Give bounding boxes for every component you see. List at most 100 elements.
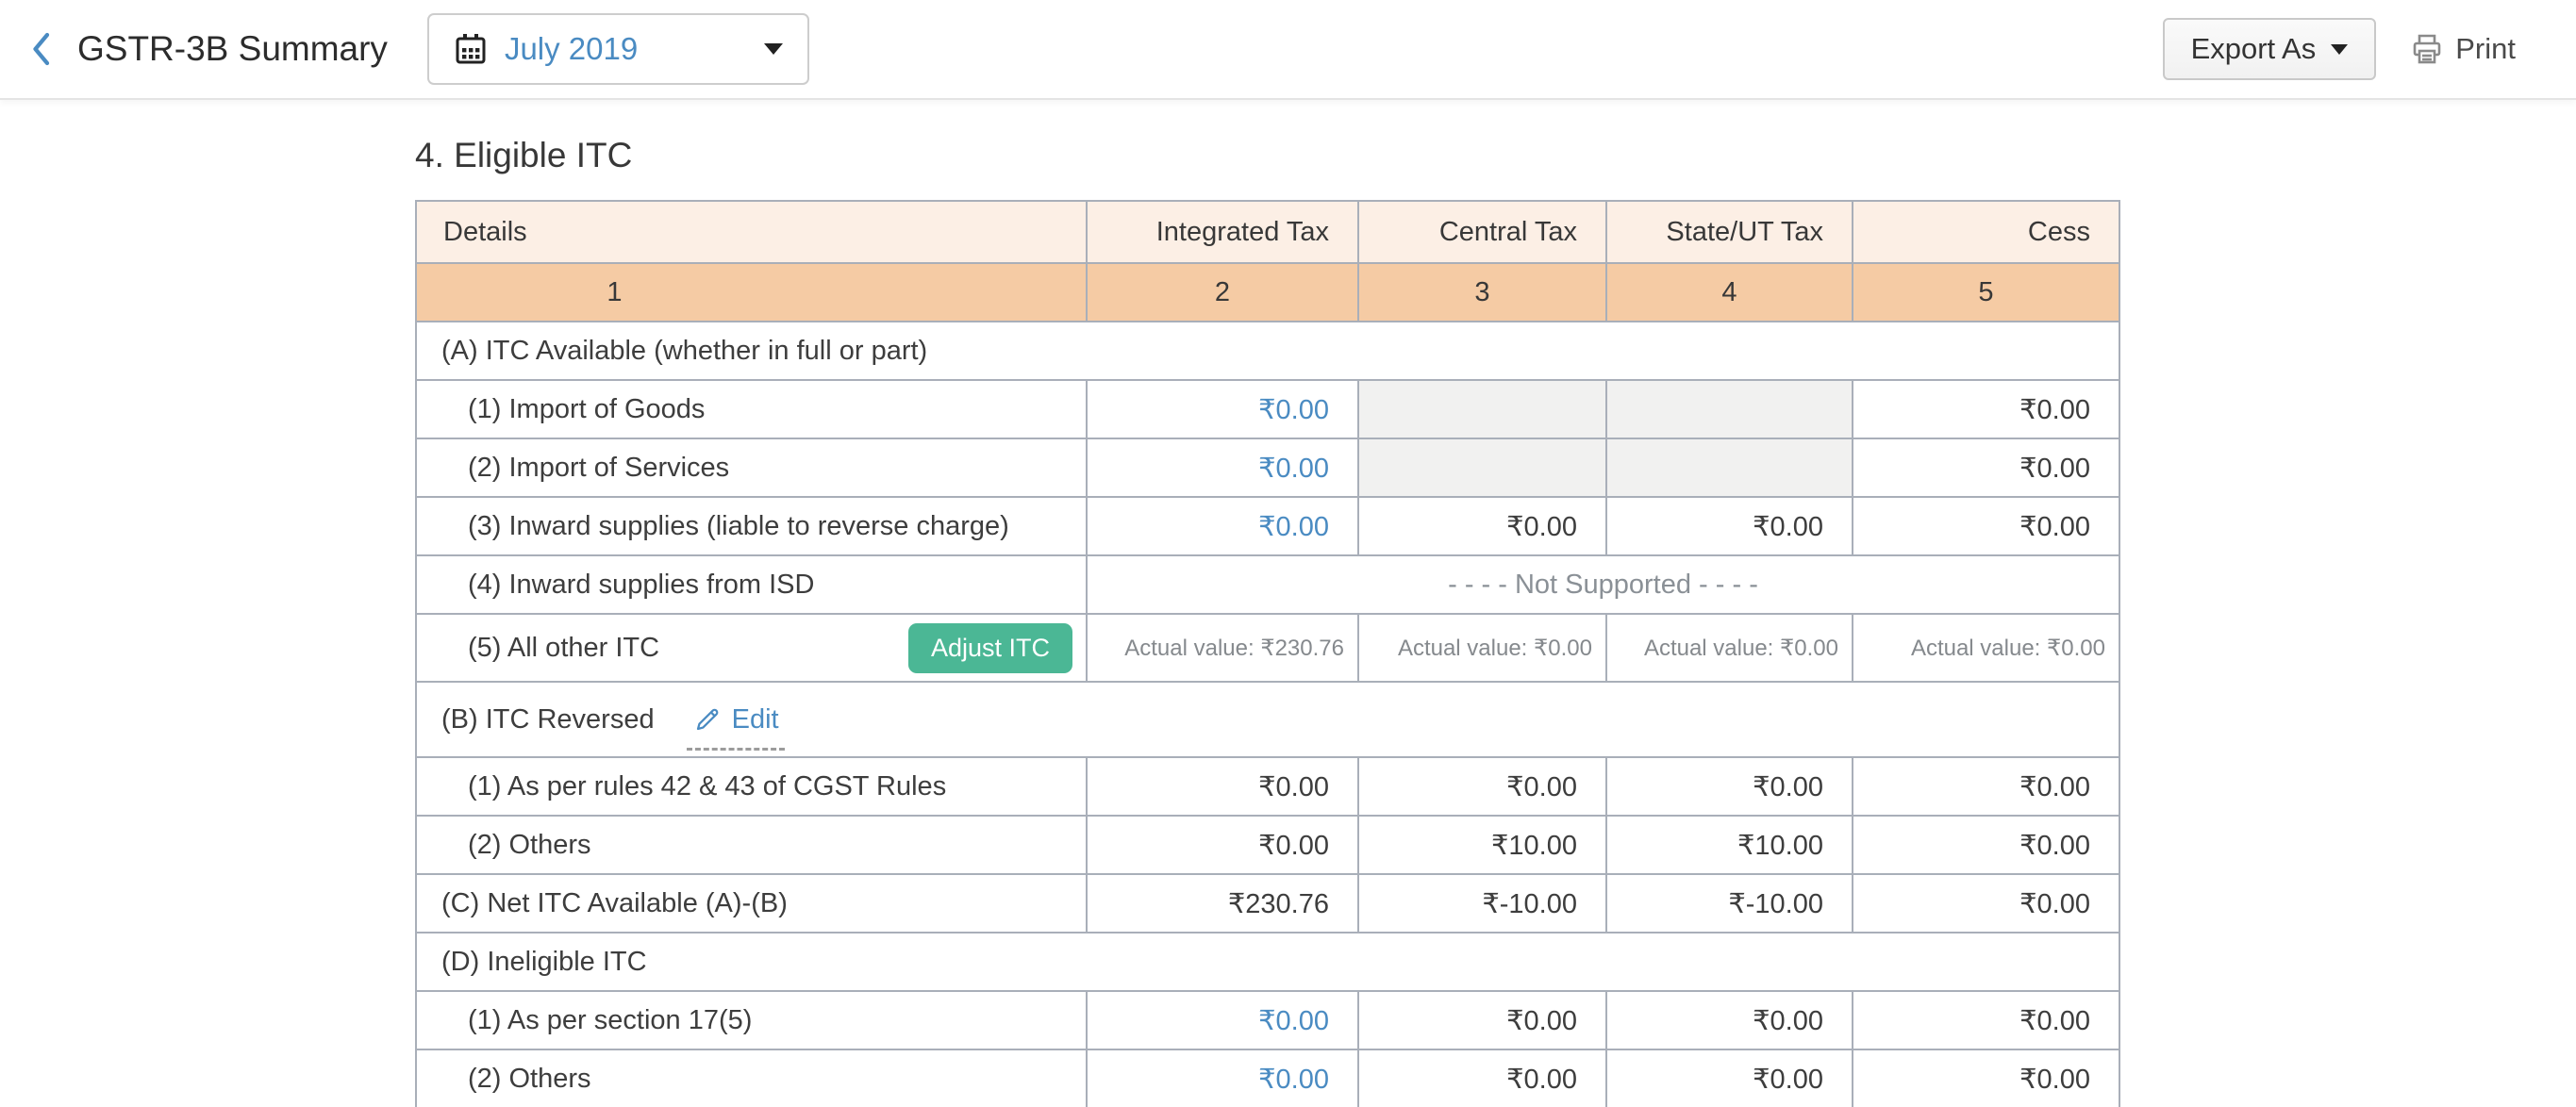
value-cell: ₹230.76	[1086, 873, 1359, 934]
details-cell: (1) As per section 17(5)	[415, 990, 1088, 1050]
disabled-value-cell	[1357, 379, 1607, 439]
column-number: 3	[1357, 262, 1607, 322]
table-row: (1) Import of Goods ₹0.00 ₹0.00	[415, 379, 2120, 439]
section-cell: (D) Ineligible ITC	[415, 932, 2120, 992]
value-cell: ₹0.00	[1086, 990, 1359, 1050]
column-number: 1	[415, 262, 1088, 322]
table-row: (3) Inward supplies (liable to reverse c…	[415, 496, 2120, 556]
amount-text: ₹10.00	[1490, 830, 1577, 861]
table-row: (A) ITC Available (whether in full or pa…	[415, 321, 2120, 381]
table-row: (2) Others ₹0.00 ₹10.00 ₹10.00 ₹0.00	[415, 815, 2120, 875]
amount-text: ₹-10.00	[1728, 888, 1823, 919]
column-header: Integrated Tax	[1086, 200, 1359, 264]
calendar-icon	[456, 34, 486, 64]
actual-value-cell: Actual value: ₹0.00	[1605, 613, 1853, 683]
value-cell: ₹0.00	[1852, 756, 2120, 817]
value-cell: ₹0.00	[1086, 756, 1359, 817]
table-row: (4) Inward supplies from ISD - - - - Not …	[415, 554, 2120, 615]
value-cell: ₹0.00	[1852, 438, 2120, 498]
value-cell: ₹10.00	[1605, 815, 1853, 875]
details-cell: (C) Net ITC Available (A)-(B)	[415, 873, 1088, 934]
value-cell: ₹0.00	[1852, 990, 2120, 1050]
page-title: GSTR-3B Summary	[77, 29, 388, 68]
section-title: 4. Eligible ITC	[415, 136, 633, 174]
amount-text: ₹0.00	[2019, 771, 2090, 802]
value-cell: ₹0.00	[1357, 990, 1607, 1050]
amount-text: ₹0.00	[2019, 1005, 2090, 1036]
value-cell: ₹0.00	[1086, 1049, 1359, 1107]
amount-link[interactable]: ₹0.00	[1258, 395, 1329, 425]
value-cell: ₹-10.00	[1605, 873, 1853, 934]
amount-text: ₹0.00	[1258, 771, 1329, 802]
amount-text: ₹0.00	[2019, 394, 2090, 425]
details-cell: (3) Inward supplies (liable to reverse c…	[415, 496, 1088, 556]
value-cell: ₹0.00	[1605, 496, 1853, 556]
amount-text: ₹0.00	[1506, 511, 1577, 542]
column-header: Cess	[1852, 200, 2120, 264]
export-as-button[interactable]: Export As	[2162, 18, 2377, 80]
edit-label: Edit	[731, 703, 779, 735]
amount-text: ₹0.00	[2019, 1064, 2090, 1095]
actual-value-cell: Actual value: ₹0.00	[1852, 613, 2120, 683]
details-cell: (2) Others	[415, 815, 1088, 875]
amount-text: ₹0.00	[2019, 453, 2090, 484]
details-cell: (1) As per rules 42 & 43 of CGST Rules	[415, 756, 1088, 817]
details-cell: (2) Others	[415, 1049, 1088, 1107]
actual-value-cell: Actual value: ₹0.00	[1357, 613, 1607, 683]
table-head: Details Integrated Tax Central Tax State/UT…	[415, 200, 2120, 322]
table-row: (5) All other ITC Adjust ITC Actual value:…	[415, 613, 2120, 683]
back-button[interactable]	[28, 28, 64, 70]
chevron-down-icon	[2331, 43, 2349, 55]
amount-link[interactable]: ₹0.00	[1258, 1006, 1329, 1036]
value-cell: ₹0.00	[1086, 496, 1359, 556]
value-cell: ₹0.00	[1086, 438, 1359, 498]
amount-text: ₹0.00	[1506, 1005, 1577, 1036]
column-number: 4	[1605, 262, 1853, 322]
details-cell: (4) Inward supplies from ISD	[415, 554, 1088, 615]
table-row: (1) As per rules 42 & 43 of CGST Rules ₹0…	[415, 756, 2120, 817]
amount-text: ₹0.00	[1506, 1064, 1577, 1095]
table-row: (C) Net ITC Available (A)-(B) ₹230.76 ₹-10…	[415, 873, 2120, 934]
disabled-value-cell	[1357, 438, 1607, 498]
row-label: (B) ITC Reversed	[441, 703, 655, 735]
table-row: (1) As per section 17(5) ₹0.00 ₹0.00 ₹0.00 ₹…	[415, 990, 2120, 1050]
amount-link[interactable]: ₹0.00	[1258, 1065, 1329, 1095]
printer-icon	[2413, 34, 2441, 64]
amount-text: ₹0.00	[1753, 1005, 1823, 1036]
details-cell: (5) All other ITC Adjust ITC	[415, 613, 1088, 683]
table-body: (A) ITC Available (whether in full or pa…	[415, 321, 2120, 1107]
value-cell: ₹0.00	[1605, 1049, 1853, 1107]
report-content: 4. Eligible ITC Details Integrated Tax Cen…	[0, 100, 2576, 1107]
row-label: (5) All other ITC	[468, 632, 660, 663]
period-value: July 2019	[504, 31, 639, 66]
value-cell: ₹0.00	[1357, 496, 1607, 556]
pencil-icon	[696, 708, 718, 731]
table-row: (B) ITC Reversed Edit	[415, 681, 2120, 758]
column-header: State/UT Tax	[1605, 200, 1853, 264]
amount-text: ₹0.00	[1753, 511, 1823, 542]
amount-text: ₹10.00	[1737, 830, 1823, 861]
amount-text: ₹0.00	[2019, 888, 2090, 919]
value-cell: ₹0.00	[1852, 496, 2120, 556]
amount-link[interactable]: ₹0.00	[1258, 454, 1329, 484]
section-cell: (B) ITC Reversed Edit	[415, 681, 2120, 758]
print-button[interactable]: Print	[2410, 32, 2516, 66]
amount-link[interactable]: ₹0.00	[1258, 512, 1329, 542]
amount-text: ₹0.00	[2019, 511, 2090, 542]
details-cell: (1) Import of Goods	[415, 379, 1088, 439]
value-cell: ₹-10.00	[1357, 873, 1607, 934]
section-cell: (A) ITC Available (whether in full or pa…	[415, 321, 2120, 381]
amount-text: ₹230.76	[1227, 888, 1329, 919]
disabled-value-cell	[1605, 438, 1853, 498]
value-cell: ₹0.00	[1852, 379, 2120, 439]
edit-itc-reversed-link[interactable]: Edit	[686, 703, 785, 751]
period-selector[interactable]: July 2019	[426, 13, 809, 85]
value-cell: ₹0.00	[1357, 1049, 1607, 1107]
value-cell: ₹0.00	[1086, 379, 1359, 439]
value-cell: ₹0.00	[1605, 756, 1853, 817]
adjust-itc-button[interactable]: Adjust ITC	[907, 622, 1072, 673]
value-cell: ₹0.00	[1605, 990, 1853, 1050]
not-supported-cell: - - - - Not Supported - - - -	[1086, 554, 2120, 615]
amount-text: ₹0.00	[1753, 1064, 1823, 1095]
amount-text: ₹-10.00	[1482, 888, 1577, 919]
